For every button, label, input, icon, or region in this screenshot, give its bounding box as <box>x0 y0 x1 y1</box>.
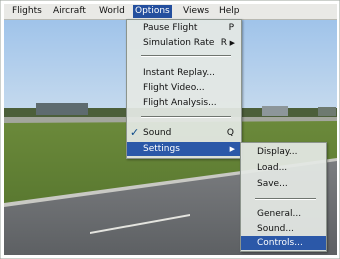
submenu-item-display[interactable]: Display... <box>241 145 326 159</box>
menu-item-flight-analysis[interactable]: Flight Analysis... <box>127 96 241 110</box>
menu-item-sound[interactable]: ✓ Sound Q <box>127 126 241 140</box>
menu-separator <box>141 55 231 57</box>
menu-item-settings[interactable]: Settings ▶ <box>127 142 241 156</box>
menu-views[interactable]: Views <box>181 5 211 18</box>
submenu-item-save[interactable]: Save... <box>241 177 326 191</box>
menu-aircraft[interactable]: Aircraft <box>51 5 88 18</box>
hangar <box>36 103 88 115</box>
submenu-item-controls[interactable]: Controls... <box>241 236 326 250</box>
settings-submenu: Display... Load... Save... General... So… <box>240 142 327 252</box>
submenu-item-load[interactable]: Load... <box>241 161 326 175</box>
menu-world[interactable]: World <box>97 5 127 18</box>
building <box>262 106 288 116</box>
menu-item-instant-replay[interactable]: Instant Replay... <box>127 66 241 80</box>
checkmark-icon: ✓ <box>130 126 140 139</box>
menu-options[interactable]: Options <box>133 5 172 18</box>
submenu-arrow-icon: ▶ <box>229 39 235 47</box>
menu-bar: Flights Aircraft World Options Views Hel… <box>4 4 337 20</box>
options-menu: Pause Flight P Simulation Rate R ▶ Insta… <box>126 19 242 159</box>
menu-item-flight-video[interactable]: Flight Video... <box>127 81 241 95</box>
menu-flights[interactable]: Flights <box>10 5 44 18</box>
submenu-item-general[interactable]: General... <box>241 207 326 221</box>
menu-item-pause-flight[interactable]: Pause Flight P <box>127 21 241 35</box>
tower <box>318 107 336 116</box>
menu-separator <box>141 116 231 118</box>
flight-sim-window: Flights Aircraft World Options Views Hel… <box>0 0 340 259</box>
menu-separator <box>255 198 316 200</box>
menu-help[interactable]: Help <box>217 5 242 18</box>
menu-item-simulation-rate[interactable]: Simulation Rate R ▶ <box>127 36 241 50</box>
submenu-arrow-icon: ▶ <box>229 145 235 153</box>
submenu-item-sound[interactable]: Sound... <box>241 222 326 236</box>
